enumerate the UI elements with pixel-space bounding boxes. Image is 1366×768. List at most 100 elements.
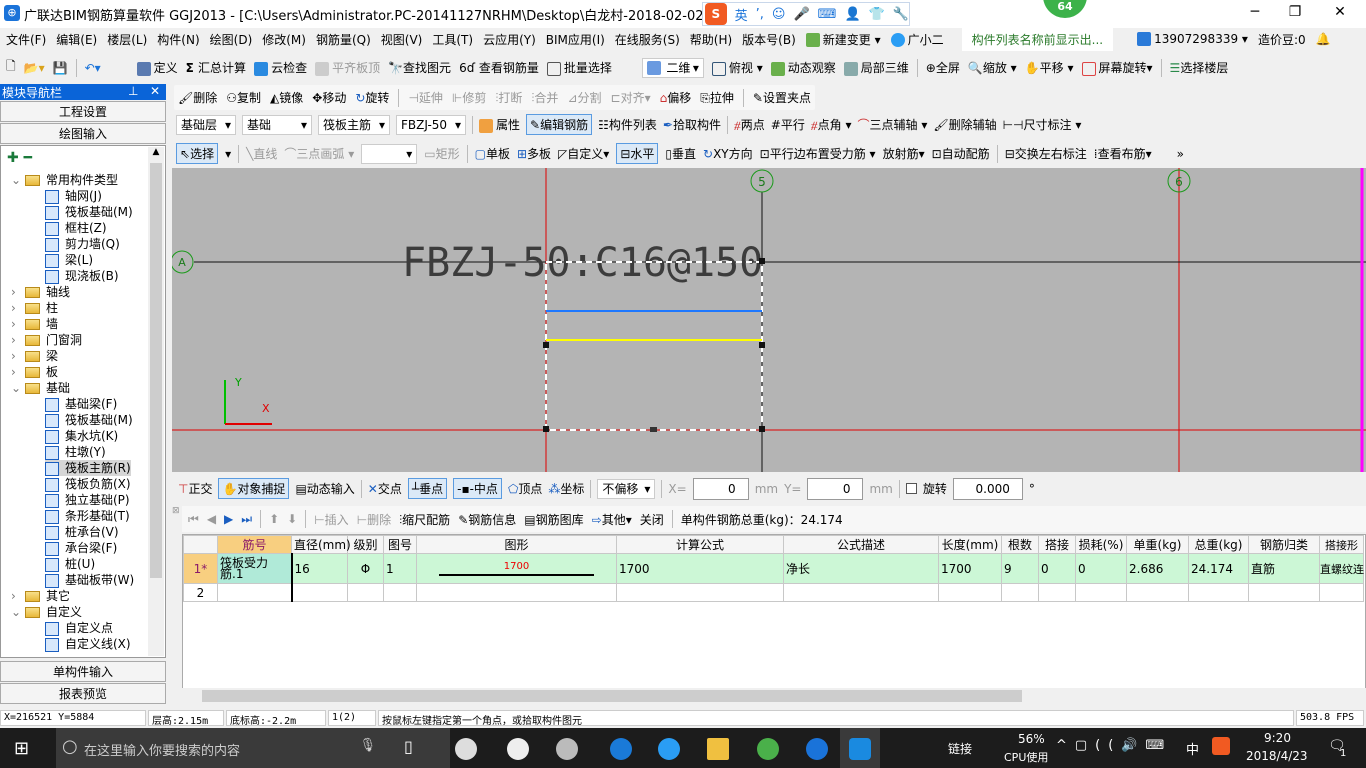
align-button[interactable]: ⊏对齐▾	[611, 89, 651, 106]
tip-marquee[interactable]: 构件列表名称前显示出...	[961, 27, 1114, 51]
rotate-button[interactable]: ↻旋转	[355, 89, 389, 106]
windows-start-icon[interactable]: ⊞	[14, 738, 29, 759]
tree-scrollbar[interactable]: ▲	[148, 147, 164, 656]
menu-new-change[interactable]: 新建变更 ▾	[805, 31, 881, 48]
define-button[interactable]: 定义	[136, 59, 178, 76]
app-fan-icon[interactable]	[455, 738, 477, 760]
menu-draw[interactable]: 绘图(D)	[210, 31, 253, 48]
menu-modify[interactable]: 修改(M)	[262, 31, 306, 48]
cell-unit-weight[interactable]	[1126, 583, 1189, 602]
chevron-right-icon[interactable]: ›	[11, 300, 25, 316]
move-down-icon[interactable]: ⬇	[287, 512, 297, 526]
tree-item[interactable]: 剪力墙(Q)	[45, 236, 120, 252]
prev-record-icon[interactable]: ◀	[207, 512, 216, 526]
delete-axis-button[interactable]: 🖌删除辅轴	[933, 116, 996, 133]
component-select[interactable]: FBZJ-50 ▾	[396, 114, 466, 135]
tree-item[interactable]: 基础板带(W)	[45, 572, 134, 588]
split-button[interactable]: ⊿分割	[567, 89, 601, 106]
menu-file[interactable]: 文件(F)	[6, 31, 46, 48]
cell-total-weight[interactable]	[1188, 583, 1249, 602]
tree-item[interactable]: 筏板基础(M)	[45, 412, 133, 428]
tree-item[interactable]: 集水坑(K)	[45, 428, 118, 444]
cell-bar-no[interactable]: 筏板受力筋.1	[217, 553, 293, 584]
col-length[interactable]: 长度(mm)	[938, 535, 1002, 554]
other-button[interactable]: ⇨其他▾	[592, 511, 632, 528]
menu-assistant[interactable]: 广小二	[890, 31, 944, 48]
nav-close-icon[interactable]: ✕	[150, 84, 160, 98]
select-button[interactable]: ⇖选择	[176, 143, 219, 164]
tree-item[interactable]: › 轴线	[11, 284, 70, 300]
chevron-down-icon[interactable]: ⌄	[11, 172, 25, 188]
last-record-icon[interactable]: ⏭	[241, 512, 252, 527]
chevron-right-icon[interactable]: ›	[11, 364, 25, 380]
grip-handle[interactable]	[543, 342, 549, 348]
parallel-edge-button[interactable]: ⊡平行边布置受力筋 ▾	[760, 145, 876, 162]
arc-mode-select[interactable]: ▾	[361, 143, 418, 164]
tree-item[interactable]: 桩(U)	[45, 556, 95, 572]
sogou-logo-icon[interactable]: S	[705, 3, 727, 25]
cell-length[interactable]: 1700	[938, 553, 1002, 584]
tree-item[interactable]: › 板	[11, 364, 58, 380]
xy-direction-button[interactable]: ↻XY方向	[703, 145, 753, 162]
col-category[interactable]: 钢筋归类	[1248, 535, 1320, 554]
multi-board-button[interactable]: ⊞多板	[517, 145, 551, 162]
chevron-right-icon[interactable]: ›	[11, 284, 25, 300]
view-mode-select[interactable]: 二维 ▾	[641, 57, 704, 78]
menu-component[interactable]: 构件(N)	[157, 31, 199, 48]
input-lang[interactable]: 中	[1186, 739, 1199, 758]
cell-loss[interactable]	[1075, 583, 1127, 602]
col-total-weight[interactable]: 总重(kg)	[1188, 535, 1249, 554]
undo-icon[interactable]: ↶▾	[85, 61, 101, 75]
edge-icon[interactable]	[610, 738, 632, 760]
row-number[interactable]: 1*	[183, 553, 218, 584]
rect-button[interactable]: ▭矩形	[424, 145, 459, 162]
ortho-button[interactable]: ⊤正交	[178, 480, 212, 497]
cell-count[interactable]	[1001, 583, 1039, 602]
edit-rebar-button[interactable]: ✎编辑钢筋	[526, 114, 593, 135]
browser-360-icon[interactable]	[757, 738, 779, 760]
close-button[interactable]: ✕	[1325, 4, 1355, 20]
cell-count[interactable]: 9	[1001, 553, 1039, 584]
col-count[interactable]: 根数	[1001, 535, 1039, 554]
table-row[interactable]: 1* 筏板受力筋.1 16 Φ 1 1700 1700 净长 1700 9 0 …	[183, 553, 1364, 584]
align-top-button[interactable]: 平齐板顶	[315, 59, 380, 76]
cell-bar-no[interactable]	[217, 583, 293, 602]
expand-collapse-icons[interactable]: ✚ ━	[7, 150, 32, 166]
user-account[interactable]: 13907298339 ▾	[1137, 32, 1248, 47]
cell-lap[interactable]	[1038, 583, 1076, 602]
save-icon[interactable]: 💾	[53, 61, 68, 75]
wrench-icon[interactable]: 🔧	[893, 7, 909, 22]
col-loss[interactable]: 损耗(%)	[1075, 535, 1127, 554]
project-settings-button[interactable]: 工程设置	[0, 101, 166, 122]
glodon-app-icon[interactable]	[806, 738, 828, 760]
zoom-button[interactable]: 🔍缩放 ▾	[968, 59, 1017, 76]
cloud-check-button[interactable]: 云检查	[254, 59, 307, 76]
break-button[interactable]: ⫶打断	[495, 89, 522, 106]
merge-button[interactable]: ⫶合并	[531, 89, 558, 106]
col-bar-no[interactable]: 筋号	[217, 535, 292, 554]
x-input[interactable]: 0	[692, 477, 749, 500]
custom-button[interactable]: ◸自定义▾	[558, 145, 609, 162]
stretch-button[interactable]: ⎘拉伸	[700, 89, 734, 106]
cell-total-weight[interactable]: 24.174	[1188, 553, 1249, 584]
single-board-button[interactable]: ▢单板	[475, 145, 510, 162]
restore-button[interactable]: ❐	[1280, 4, 1310, 20]
grip-handle[interactable]	[759, 426, 765, 432]
tree-item[interactable]: 柱墩(Y)	[45, 444, 106, 460]
cell-shape[interactable]	[416, 583, 617, 602]
view-rebar-button[interactable]: 6ɗ 查看钢筋量	[459, 59, 539, 76]
tree-item[interactable]: 筏板主筋(R)	[45, 460, 131, 476]
cell-category[interactable]: 直筋	[1248, 553, 1320, 584]
delete-button[interactable]: 🖌删除	[178, 89, 217, 106]
fullscreen-button[interactable]: ⊕全屏	[926, 59, 960, 76]
top-view-button[interactable]: 俯视 ▾	[711, 59, 763, 76]
object-snap-button[interactable]: ✋对象捕捉	[218, 478, 290, 499]
midpoint-snap-button[interactable]: -▪-中点	[453, 478, 502, 499]
scale-rebar-button[interactable]: ⫶缩尺配筋	[399, 511, 450, 528]
cell-grade[interactable]: Φ	[347, 553, 384, 584]
grip-handle[interactable]	[650, 427, 657, 432]
grip-handle[interactable]	[759, 342, 765, 348]
grip-button[interactable]: ✎设置夹点	[753, 89, 811, 106]
punct-icon[interactable]: ’,	[756, 7, 764, 22]
col-diameter[interactable]: 直径(mm)	[291, 535, 351, 554]
